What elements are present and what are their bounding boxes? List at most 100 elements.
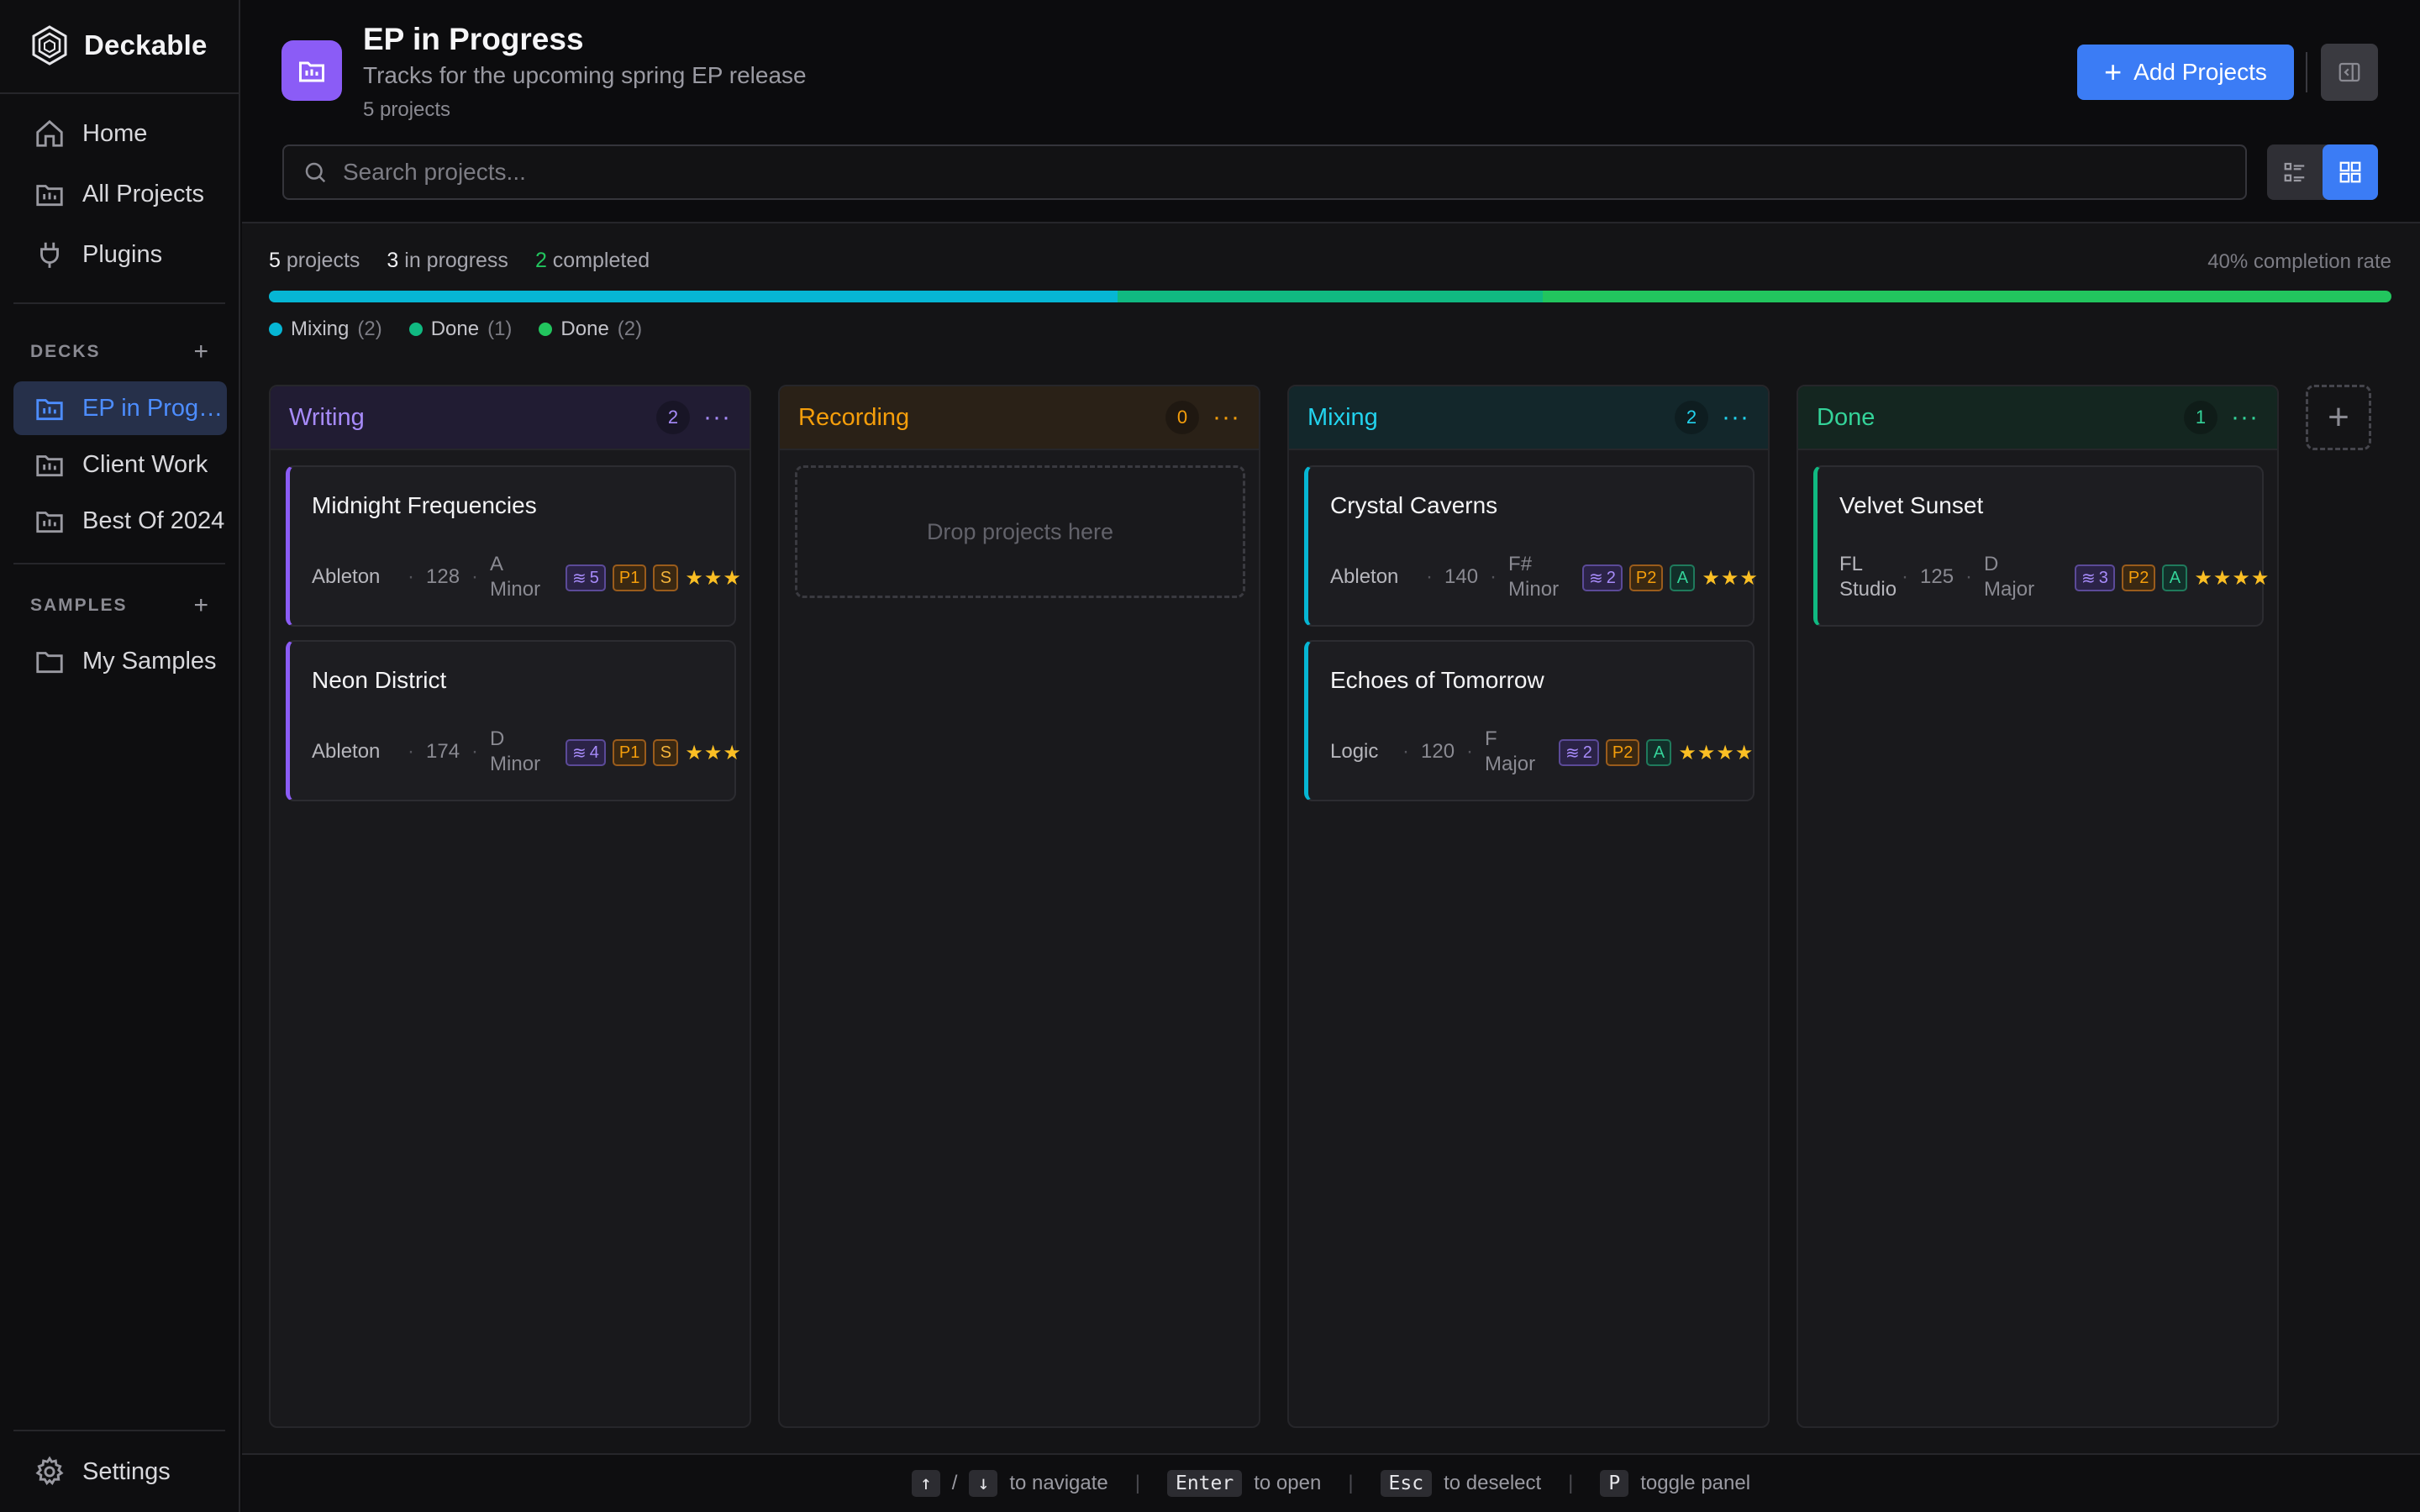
hint-toggle-panel: toggle panel: [1640, 1472, 1751, 1494]
column-menu-button[interactable]: ···: [1722, 405, 1749, 430]
divider: [13, 302, 225, 304]
project-count: 5 projects: [363, 98, 451, 121]
drop-zone[interactable]: Drop projects here: [795, 465, 1245, 598]
column-header: Writing 2 ···: [271, 386, 750, 450]
add-column-button[interactable]: +: [2306, 385, 2371, 450]
progress-segment-done: [1542, 291, 2391, 302]
legend-item: Done (1): [408, 318, 512, 341]
column-menu-button[interactable]: ···: [703, 405, 731, 430]
sidebar-item-label: Plugins: [82, 240, 163, 268]
card-daw: FL Studio: [1839, 553, 1897, 601]
layers-icon: ≋: [2081, 569, 2096, 588]
legend: Mixing (2) Done (1) Done (2): [269, 318, 642, 341]
card-bpm: 174: [426, 740, 460, 763]
project-card[interactable]: Neon District Ableton · 174 · D Minor ≋ 4 P…: [286, 640, 741, 801]
completion-rate: 40% completion rate: [2207, 250, 2391, 273]
search-input[interactable]: [343, 159, 2191, 186]
deck-icon: [281, 40, 342, 101]
toggle-panel-button[interactable]: [2321, 44, 2378, 101]
legend-item: Mixing (2): [269, 318, 382, 341]
divider: [0, 92, 239, 94]
layers-icon: ≋: [572, 569, 587, 588]
card-title: Neon District: [312, 667, 447, 693]
card-title: Midnight Frequencies: [312, 492, 537, 518]
sidebar-item-label: My Samples: [82, 647, 217, 675]
star-rating: ★★★: [685, 566, 742, 590]
project-card[interactable]: Midnight Frequencies Ableton · 128 · A Min…: [286, 465, 741, 627]
folder-chart-icon: [36, 455, 63, 477]
hint-open: to open: [1254, 1472, 1322, 1494]
plug-icon: [40, 242, 59, 268]
star-rating: ★★★: [685, 741, 742, 764]
column-count: 1: [2184, 401, 2218, 434]
sidebar-item-deck-client[interactable]: Client Work: [13, 438, 227, 491]
sidebar-item-label: Best Of 2024: [82, 507, 225, 534]
project-card[interactable]: Velvet Sunset FL Studio · 125 · D Major ≋ 3…: [1813, 465, 2269, 627]
priority-badge: P1: [612, 564, 647, 591]
priority-badge: P2: [1628, 564, 1664, 591]
samples-section-header: SAMPLES +: [30, 591, 210, 620]
priority-badge: P1: [612, 739, 647, 766]
column-done: Done 1 ··· Velvet Sunset FL Studio · 125 ·…: [1797, 385, 2279, 1428]
folder-chart-icon: [36, 185, 63, 207]
sidebar-item-label: EP in Progress: [82, 394, 225, 422]
slash: /: [951, 1472, 958, 1494]
card-bpm: 125: [1920, 565, 1954, 588]
folder-chart-icon: [36, 512, 63, 533]
project-card[interactable]: Echoes of Tomorrow Logic · 120 · F Major ≋…: [1304, 640, 1754, 801]
card-daw: Ableton: [1330, 565, 1399, 588]
sidebar-item-label: All Projects: [82, 180, 205, 207]
key-up: ↑: [911, 1470, 940, 1497]
key-enter: Enter: [1166, 1470, 1243, 1497]
sidebar-item-all-projects[interactable]: All Projects: [13, 167, 227, 221]
divider: [2306, 52, 2307, 92]
star-rating: ★★★★: [2194, 566, 2270, 590]
column-title: Done: [1817, 403, 1876, 431]
card-meta: Ableton · 174 · D Minor: [312, 722, 547, 781]
list-view-button[interactable]: [2267, 144, 2323, 200]
search-icon: [305, 162, 326, 183]
sidebar-item-home[interactable]: Home: [13, 107, 227, 160]
app-name: Deckable: [84, 29, 208, 60]
column-writing: Writing 2 ··· Midnight Frequencies Ablet…: [269, 385, 751, 1428]
card-key: F Major: [1485, 727, 1536, 775]
stats-bar: 5 projects 3 in progress 2 completed: [269, 249, 650, 273]
column-header: Recording 0 ···: [780, 386, 1259, 450]
divider: [13, 563, 225, 564]
layers-icon: ≋: [1589, 569, 1603, 588]
column-menu-button[interactable]: ···: [1213, 405, 1240, 430]
sidebar-item-plugins[interactable]: Plugins: [13, 228, 227, 281]
card-key: D Major: [1984, 553, 2035, 601]
deckable-logo-icon: [32, 25, 67, 66]
card-key: A Minor: [490, 553, 541, 601]
progress-segment-mixing: [269, 291, 1118, 302]
column-recording: Recording 0 ··· Drop projects here: [778, 385, 1260, 1428]
decks-heading: DECKS: [30, 342, 101, 361]
board-view-button[interactable]: [2323, 144, 2378, 200]
gear-icon: [35, 1456, 64, 1485]
card-bpm: 140: [1444, 565, 1479, 588]
add-sample-button[interactable]: +: [193, 591, 210, 620]
sidebar-item-my-samples[interactable]: My Samples: [13, 634, 227, 688]
project-card[interactable]: Crystal Caverns Ableton · 140 · F# Minor ≋…: [1304, 465, 1758, 627]
card-badges: ≋ 2 P2 A ★★★★: [1559, 739, 1754, 766]
stat-completed: 2 completed: [534, 249, 650, 272]
add-deck-button[interactable]: +: [193, 338, 210, 366]
panel-icon: [2338, 62, 2360, 82]
add-projects-button[interactable]: + Add Projects: [2077, 45, 2294, 100]
card-bpm: 128: [426, 565, 460, 588]
search-bar[interactable]: [282, 144, 2247, 200]
card-badges: ≋ 4 P1 S ★★★: [566, 739, 742, 766]
card-badges: ≋ 3 P2 A ★★★★: [2075, 564, 2270, 591]
sidebar-item-deck-best[interactable]: Best Of 2024: [13, 494, 227, 548]
layers-badge: ≋ 4: [566, 739, 606, 766]
column-header: Mixing 2 ···: [1289, 386, 1768, 450]
column-menu-button[interactable]: ···: [2231, 405, 2259, 430]
settings-button[interactable]: Settings: [13, 1445, 227, 1499]
priority-badge: P2: [2121, 564, 2156, 591]
column-mixing: Mixing 2 ··· Crystal Caverns Ableton · 14…: [1287, 385, 1770, 1428]
brand[interactable]: Deckable: [29, 22, 208, 69]
status-badge: A: [2162, 564, 2188, 591]
legend-item: Done (2): [539, 318, 642, 341]
sidebar-item-deck-ep[interactable]: EP in Progress: [13, 381, 227, 435]
